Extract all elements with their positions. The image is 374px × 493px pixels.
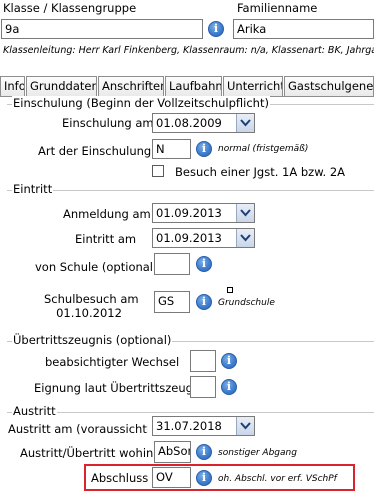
- austritt-date-dropdown[interactable]: 31.07.2018: [152, 416, 255, 436]
- jgst-checkbox-label: Besuch einer Jgst. 1A bzw. 2A: [175, 165, 346, 179]
- class-label: Klasse / Klassengruppe: [3, 1, 137, 15]
- info-icon[interactable]: i: [221, 353, 237, 369]
- chevron-down-icon[interactable]: [236, 114, 254, 132]
- abschluss-note: oh. Abschl. vor erf. VSchPf: [218, 474, 337, 484]
- eintritt-dropdown[interactable]: 01.09.2013: [152, 228, 255, 248]
- group-title-austritt: Austritt: [12, 404, 57, 418]
- group-austritt: [7, 412, 374, 413]
- eintritt-value: 01.09.2013: [156, 231, 222, 245]
- einschulung-date-label: Einschulung am: [62, 116, 154, 130]
- info-icon[interactable]: i: [196, 470, 212, 486]
- tab-gastschulgenehmigung[interactable]: Gastschulgenehm: [284, 76, 374, 96]
- marker-icon: [227, 287, 233, 293]
- art-einschulung-label: Art der Einschulung: [38, 144, 152, 158]
- info-icon[interactable]: i: [196, 444, 212, 460]
- anmeldung-label: Anmeldung am: [63, 207, 151, 221]
- info-icon[interactable]: i: [196, 141, 212, 157]
- wohin-label: Austritt/Übertritt wohin: [20, 446, 154, 460]
- class-info-text: Klassenleitung: Herr Karl Finkenberg, Kl…: [3, 45, 374, 56]
- einschulung-date-value: 01.08.2009: [156, 116, 222, 130]
- schulbesuch-label: Schulbesuch am: [44, 292, 139, 306]
- group-title-einschulung: Einschulung (Beginn der Vollzeitschulpfl…: [12, 96, 270, 110]
- chevron-down-icon[interactable]: [236, 417, 254, 435]
- tab-anschriften[interactable]: Anschriften: [98, 76, 164, 96]
- info-icon[interactable]: i: [196, 256, 212, 272]
- von-schule-label: von Schule (optional): [35, 260, 158, 274]
- group-eintritt: [7, 190, 374, 191]
- von-schule-field[interactable]: [154, 253, 190, 275]
- info-icon[interactable]: i: [221, 379, 237, 395]
- eintritt-label: Eintritt am: [75, 232, 137, 246]
- class-field[interactable]: 9a: [1, 19, 203, 39]
- austritt-date-value: 31.07.2018: [156, 419, 222, 433]
- chevron-down-icon[interactable]: [236, 204, 254, 222]
- info-icon[interactable]: i: [208, 21, 224, 37]
- abschluss-field[interactable]: OV: [152, 467, 191, 488]
- tab-grunddaten[interactable]: Grunddaten: [26, 76, 97, 96]
- wechsel-field[interactable]: [190, 350, 216, 372]
- austritt-date-label: Austritt am (voraussichtli...: [8, 422, 148, 436]
- family-name-label: Familienname: [237, 1, 318, 15]
- group-title-uebertritt: Übertrittszeugnis (optional): [12, 333, 173, 347]
- abschluss-label: Abschluss: [91, 471, 149, 485]
- group-title-eintritt: Eintritt: [12, 182, 54, 196]
- einschulung-date-dropdown[interactable]: 01.08.2009: [152, 113, 255, 133]
- family-name-field[interactable]: Arika: [233, 19, 374, 39]
- eignung-field[interactable]: [190, 376, 216, 398]
- schulbesuch-date-label: 01.10.2012: [56, 306, 122, 320]
- wohin-field[interactable]: AbSon: [154, 441, 191, 463]
- schulbesuch-note: Grundschule: [218, 298, 275, 308]
- jgst-checkbox[interactable]: [152, 165, 164, 177]
- anmeldung-value: 01.09.2013: [156, 206, 222, 220]
- anmeldung-dropdown[interactable]: 01.09.2013: [152, 203, 255, 223]
- eignung-label: Eignung laut Übertrittszeugnis: [34, 381, 210, 395]
- tab-unterricht[interactable]: Unterricht: [223, 76, 283, 96]
- wechsel-label: beabsichtigter Wechsel: [45, 355, 180, 369]
- tab-info[interactable]: Info: [0, 76, 25, 96]
- chevron-down-icon[interactable]: [236, 229, 254, 247]
- wohin-note: sonstiger Abgang: [218, 448, 297, 458]
- info-icon[interactable]: i: [196, 294, 212, 310]
- tab-laufbahn[interactable]: Laufbahn: [165, 76, 222, 96]
- art-einschulung-note: normal (fristgemäß): [218, 144, 309, 154]
- art-einschulung-field[interactable]: N: [152, 139, 191, 159]
- schulbesuch-field[interactable]: GS: [154, 291, 190, 313]
